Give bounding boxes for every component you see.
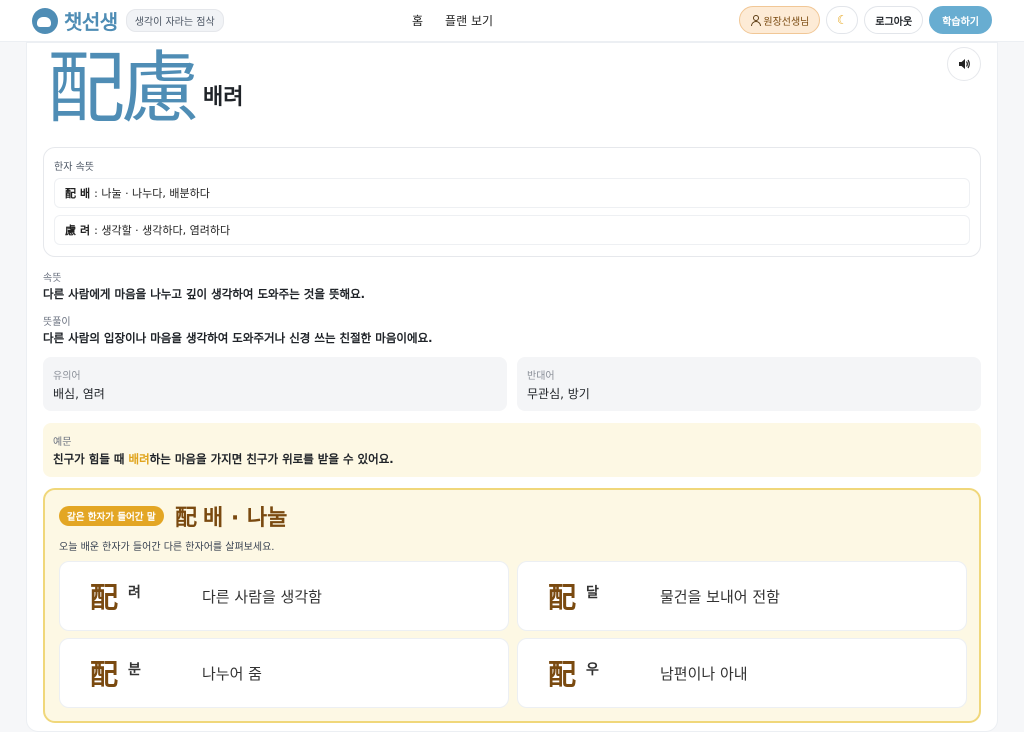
related-word-meaning: 물건을 보내어 전함: [660, 588, 780, 606]
brand-name: 챗선생: [64, 10, 118, 34]
hanja-meaning-row: 慮 려 : 생각할 · 생각하다, 염려하다: [54, 215, 970, 245]
theme-toggle-button[interactable]: ☾: [826, 6, 859, 34]
related-word-char: 配: [548, 581, 577, 614]
word-card: 配慮 배려 한자 속뜻 配 배 : 나눌 · 나누다, 배분하다 慮 려 : 생…: [26, 42, 998, 732]
moon-icon: ☾: [836, 13, 848, 27]
hanja-char-reading: 려: [80, 224, 91, 237]
word-reading: 배려: [203, 85, 244, 110]
related-title: 配 배 · 나눌: [175, 500, 287, 532]
synonym-label: 유의어: [53, 371, 81, 382]
related-word-char: 配: [90, 581, 119, 614]
logout-button[interactable]: 로그아웃: [864, 6, 924, 34]
nav-home-link[interactable]: 홈: [412, 12, 423, 29]
synonym-box: 유의어 배심, 염려: [43, 357, 507, 411]
related-word-card[interactable]: 配 달 물건을 보내어 전함: [517, 561, 967, 631]
word-hero: 配慮 배려: [47, 47, 244, 131]
related-word-meaning: 다른 사람을 생각함: [202, 588, 322, 606]
related-word-meaning: 나누어 줌: [202, 665, 262, 683]
speaker-icon: [959, 59, 970, 69]
example-text-before: 친구가 힘들 때: [53, 452, 129, 466]
pronounce-button[interactable]: [947, 47, 981, 81]
related-word-card[interactable]: 配 려 다른 사람을 생각함: [59, 561, 509, 631]
hanja-meanings-section: 한자 속뜻 配 배 : 나눌 · 나누다, 배분하다 慮 려 : 생각할 · 생…: [43, 147, 981, 257]
nav-plans-link[interactable]: 플랜 보기: [445, 12, 493, 29]
hanja-char-meaning: : 생각할 · 생각하다, 염려하다: [94, 224, 231, 237]
related-word-rest: 려: [128, 585, 141, 601]
brand-tagline: 생각이 자라는 점삭: [125, 9, 224, 32]
example-box: 예문 친구가 힘들 때 배려하는 마음을 가지면 친구가 위로를 받을 수 있어…: [43, 423, 981, 477]
related-word-card[interactable]: 配 우 남편이나 아내: [517, 638, 967, 708]
example-sentence: 친구가 힘들 때 배려하는 마음을 가지면 친구가 위로를 받을 수 있어요.: [53, 451, 394, 467]
study-button[interactable]: 학습하기: [929, 6, 992, 34]
related-word-char: 配: [548, 658, 577, 691]
hanja-char-reading: 배: [80, 187, 91, 200]
header-actions: 원장선생님 ☾ 로그아웃 학습하기: [739, 6, 992, 34]
example-text-after: 하는 마음을 가지면 친구가 위로를 받을 수 있어요.: [149, 452, 394, 466]
synonym-value: 배심, 염려: [53, 387, 105, 401]
related-word-meaning: 남편이나 아내: [660, 665, 748, 683]
antonym-box: 반대어 무관심, 방기: [517, 357, 981, 411]
hanja-char: 慮: [65, 224, 76, 237]
hanja-char: 配: [65, 187, 76, 200]
antonym-label: 반대어: [527, 371, 555, 382]
related-word-char: 配: [90, 658, 119, 691]
hanja-meaning-row: 配 배 : 나눌 · 나누다, 배분하다: [54, 178, 970, 208]
related-words-section: 같은 한자가 들어간 말 配 배 · 나눌 오늘 배운 한자가 들어간 다른 한…: [43, 488, 981, 723]
related-word-rest: 우: [586, 662, 599, 678]
person-icon: [750, 15, 762, 26]
role-badge[interactable]: 원장선생님: [739, 6, 821, 34]
related-word-rest: 분: [128, 662, 141, 678]
brand-logo-icon: [32, 7, 58, 34]
ttutpuri-text: 다른 사람의 입장이나 마음을 생각하여 도와주거나 신경 쓰는 친절한 마음이…: [43, 331, 433, 345]
example-highlight: 배려: [128, 452, 150, 466]
hanja-meanings-title: 한자 속뜻: [54, 162, 94, 173]
related-word-rest: 달: [586, 585, 599, 601]
related-subtitle: 오늘 배운 한자가 들어간 다른 한자어를 살펴보세요.: [59, 542, 275, 553]
related-title-reading: 배 · 나눌: [203, 506, 288, 531]
related-word-card[interactable]: 配 분 나누어 줌: [59, 638, 509, 708]
example-label: 예문: [53, 437, 72, 448]
role-label: 원장선생님: [763, 16, 810, 28]
brand[interactable]: 챗선생 생각이 자라는 점삭: [32, 6, 224, 35]
top-nav-bar: 챗선생 생각이 자라는 점삭 홈 플랜 보기 원장선생님 ☾ 로그아웃 학습하기: [0, 0, 1024, 42]
hanja-char-meaning: : 나눌 · 나누다, 배분하다: [94, 187, 210, 200]
antonym-value: 무관심, 방기: [527, 387, 590, 401]
main-nav: 홈 플랜 보기: [412, 12, 493, 29]
sokttut-label: 속뜻: [43, 273, 62, 284]
word-hanja: 配慮: [47, 44, 199, 134]
related-title-char: 配: [175, 505, 198, 531]
ttutpuri-label: 뜻풀이: [43, 317, 71, 328]
related-badge: 같은 한자가 들어간 말: [59, 506, 164, 526]
sokttut-text: 다른 사람에게 마음을 나누고 깊이 생각하여 도와주는 것을 뜻해요.: [43, 287, 366, 301]
